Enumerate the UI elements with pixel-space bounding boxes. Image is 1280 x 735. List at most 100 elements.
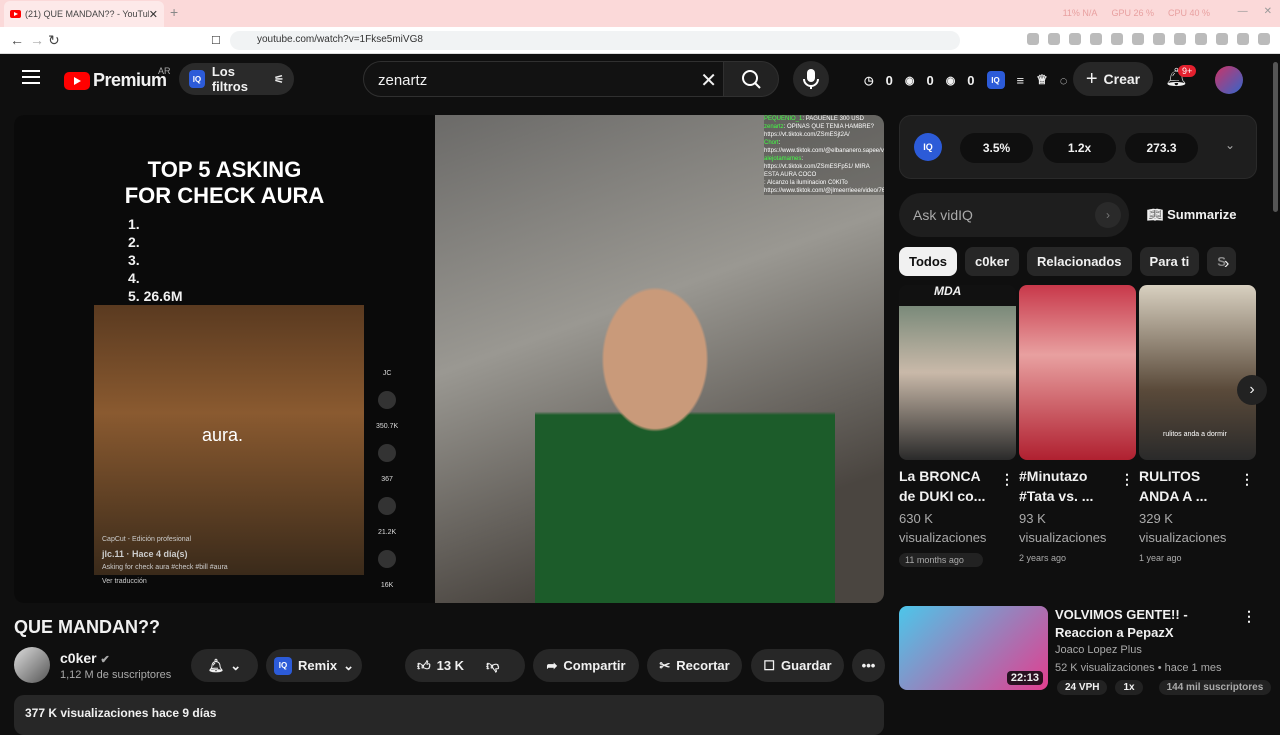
share-icon: ➦ <box>546 657 558 673</box>
side-label: 367 <box>381 476 393 483</box>
verified-icon: ✔ <box>100 654 110 666</box>
overlay-list: 1. 2. 3. 4. 5. 26.6M <box>128 215 182 305</box>
subs-text: 144 mil suscriptores <box>1158 680 1272 695</box>
extension-icon[interactable] <box>1132 33 1144 45</box>
chat-text: https://vt.tiktok.com/ZSmESFp51/ MIRA ES… <box>764 164 870 178</box>
card-title: RULITOS ANDA A ... <box>1139 468 1208 504</box>
channel-avatar[interactable] <box>14 647 50 683</box>
side-label: 16K <box>380 582 394 589</box>
chat-text: : <box>801 156 804 162</box>
clear-search-icon[interactable]: ✕ <box>700 68 717 93</box>
list-icon[interactable]: ≡ <box>1017 73 1025 88</box>
chat-text: https://www.tiktok.com/@elbananero.sapee… <box>764 148 884 154</box>
list-item: 3. <box>128 252 140 268</box>
chip-more[interactable]: S <box>1207 247 1236 276</box>
chip-todos[interactable]: Todos <box>899 247 958 276</box>
extension-icon[interactable] <box>1069 33 1081 45</box>
shorts-card[interactable]: #Minutazo #Tata vs. ... 93 K visualizacio… <box>1019 285 1136 563</box>
youtube-premium-logo[interactable]: Premium AR <box>64 66 171 91</box>
extension-icon[interactable] <box>1174 33 1186 45</box>
list-item: 4. <box>128 270 140 286</box>
extension-icon[interactable] <box>1237 33 1249 45</box>
browser-tab[interactable]: (21) QUE MANDAN?? - YouTube ✕ <box>4 1 164 27</box>
chevron-right-icon[interactable]: › <box>1095 202 1121 228</box>
list-item: 1. <box>128 216 140 232</box>
extension-icon[interactable] <box>1153 33 1165 45</box>
save-button[interactable]: ☐ Guardar <box>751 649 844 682</box>
create-button[interactable]: + Crear <box>1073 62 1153 96</box>
scrollbar[interactable] <box>1273 62 1278 212</box>
like-dislike-button[interactable]: 👍︎ 13 K 👎︎ <box>405 649 525 682</box>
extension-icon[interactable] <box>1216 33 1228 45</box>
extension-icon[interactable] <box>1195 33 1207 45</box>
chevron-down-icon[interactable]: ⌄ <box>1225 138 1235 152</box>
chat-text: https://vt.tiktok.com/ZSmESjt2A/ <box>764 132 850 138</box>
stat-ram: 11% N/A <box>1062 8 1098 18</box>
more-vert-icon[interactable]: ⋮ <box>1240 471 1254 488</box>
chat-username: alejotamames <box>764 156 802 162</box>
search-button[interactable] <box>723 61 779 97</box>
menu-icon[interactable] <box>22 70 40 84</box>
clock-icon: ◷ <box>864 74 874 87</box>
share-label: Compartir <box>563 658 626 673</box>
subscribe-bell-button[interactable]: 🔔︎ ⌄ <box>191 649 258 682</box>
caption-line: CapCut - Edición profesional <box>102 536 192 543</box>
chevron-right-icon[interactable]: › <box>1224 255 1229 273</box>
related-video-title[interactable]: VOLVIMOS GENTE!! - Reaccion a PepazX <box>1055 606 1235 642</box>
search-input[interactable]: zenartz ✕ <box>363 61 730 97</box>
subs-badge: 144 mil suscriptores <box>1151 680 1280 695</box>
remix-button[interactable]: IQ Remix ⌄ <box>266 649 362 682</box>
chip-channel[interactable]: c0ker <box>965 247 1020 276</box>
thumbs-up-icon[interactable]: 👍︎ <box>417 658 431 674</box>
vidiq-icon[interactable]: IQ <box>986 71 1005 89</box>
description-box[interactable]: 377 K visualizaciones hace 9 días <box>14 695 884 735</box>
tiktok-panel: TOP 5 ASKING FOR CHECK AURA 1. 2. 3. 4. … <box>14 115 435 603</box>
thumbs-down-icon[interactable]: 👎︎ <box>486 658 499 674</box>
minimize-icon[interactable]: — <box>1238 6 1248 17</box>
thumbnail-text: MDA <box>934 285 962 298</box>
extension-icon[interactable] <box>1027 33 1039 45</box>
shorts-card[interactable]: rulitos anda a dormir RULITOS ANDA A ...… <box>1139 285 1256 563</box>
remix-label: Remix <box>298 658 338 673</box>
trophy-icon[interactable]: ♕ <box>1036 72 1048 88</box>
thumbnail: rulitos anda a dormir <box>1139 285 1256 460</box>
filters-button[interactable]: IQ Los filtros ⚟ <box>179 63 294 95</box>
tab-title: (21) QUE MANDAN?? - YouTube <box>25 9 149 19</box>
extension-icon[interactable] <box>1111 33 1123 45</box>
reload-icon[interactable]: ↻ <box>48 32 60 49</box>
url-field[interactable]: youtube.com/watch?v=1Fkse5miVG8 <box>230 31 960 50</box>
chip-related[interactable]: Relacionados <box>1027 247 1132 276</box>
summarize-button[interactable]: 📖︎ Summarize <box>1147 207 1237 223</box>
related-video-thumbnail[interactable]: 22:13 <box>899 606 1048 690</box>
clip-button[interactable]: ✂ Recortar <box>647 649 742 682</box>
extension-icon[interactable] <box>1090 33 1102 45</box>
close-tab-icon[interactable]: ✕ <box>149 8 158 21</box>
chat-icon[interactable]: ◌ <box>1060 73 1068 88</box>
more-vert-icon[interactable]: ⋮ <box>1000 471 1014 488</box>
share-button[interactable]: ➦ Compartir <box>533 649 639 682</box>
bookmark-icon[interactable]: ☐ <box>211 34 221 47</box>
chip-for-you[interactable]: Para ti <box>1139 247 1200 276</box>
close-window-icon[interactable]: ✕ <box>1264 6 1272 17</box>
carousel-next-icon[interactable]: › <box>1237 375 1267 405</box>
user-avatar[interactable] <box>1215 66 1243 94</box>
chat-message: https://vt.tiktok.com/ZSmESFp51/ MIRA ES… <box>764 163 884 179</box>
forward-icon[interactable]: → <box>30 32 44 48</box>
related-badges: 24 VPH 1x 144 mil suscriptores <box>1057 680 1279 695</box>
related-channel[interactable]: Joaco Lopez Plus <box>1055 644 1142 656</box>
new-tab-button[interactable]: + <box>170 4 178 20</box>
more-actions-button[interactable]: ••• <box>852 649 885 682</box>
extension-icon[interactable] <box>1048 33 1060 45</box>
video-player[interactable]: TOP 5 ASKING FOR CHECK AURA 1. 2. 3. 4. … <box>14 115 884 603</box>
stat-value: 0 <box>885 72 893 88</box>
extension-icon[interactable] <box>1258 33 1270 45</box>
ask-vidiq-input[interactable]: Ask vidIQ › <box>899 193 1129 237</box>
ask-placeholder: Ask vidIQ <box>913 207 973 223</box>
more-vert-icon[interactable]: ⋮ <box>1242 608 1256 625</box>
voice-search-button[interactable] <box>793 61 829 97</box>
shorts-card[interactable]: MDA La BRONCA de DUKI co... 630 K visuali… <box>899 285 1016 567</box>
channel-name[interactable]: c0ker ✔ <box>60 650 110 666</box>
more-vert-icon[interactable]: ⋮ <box>1120 471 1134 488</box>
back-icon[interactable]: ← <box>10 32 24 48</box>
thumbnail: MDA <box>899 285 1016 460</box>
